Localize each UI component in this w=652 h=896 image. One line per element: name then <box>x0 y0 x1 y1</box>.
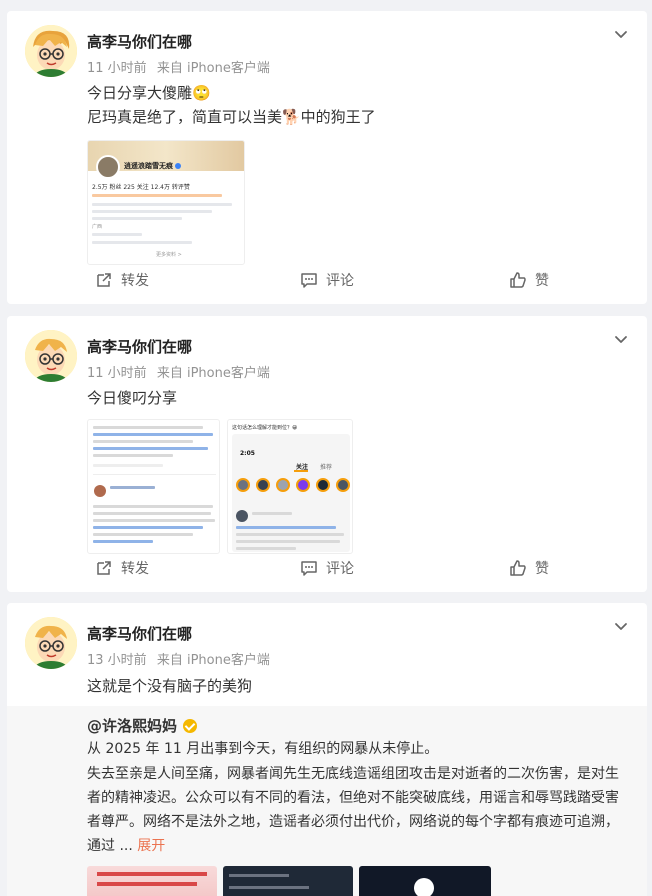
image-time: 2:05 <box>240 450 255 457</box>
avatar[interactable] <box>25 25 77 77</box>
like-label: 赞 <box>535 273 549 289</box>
post-card: 高李马你们在哪 13 小时前 来自 iPhone客户端 这就是个没有脑子的美狗 … <box>7 603 647 896</box>
post-source: 来自 iPhone客户端 <box>156 366 270 381</box>
avatar[interactable] <box>25 617 77 669</box>
quoted-text-line: 者尊严。网络不是法外之地，造谣者必须付出代价，网络说的每个字都有痕迹可追溯， <box>87 814 619 830</box>
comment-button[interactable]: 评论 <box>300 556 354 580</box>
quoted-text-line: 者的精神凌迟。公众可以有不同的看法，但绝对不能突破底线，用谣言和辱骂践踏受害 <box>87 790 619 806</box>
post-source: 来自 iPhone客户端 <box>156 653 270 668</box>
thumbs-up-icon <box>510 560 526 576</box>
comment-icon <box>301 273 317 288</box>
chevron-down-icon[interactable] <box>611 25 631 45</box>
avatar[interactable] <box>25 330 77 382</box>
quoted-text-line: 通过 ... 展开 <box>87 838 166 854</box>
post-time[interactable]: 13 小时前 <box>87 653 147 668</box>
comment-icon <box>301 561 317 576</box>
post-card: 高李马你们在哪 11 小时前 来自 iPhone客户端 今日分享大傻雕🙄 尼玛真… <box>7 11 647 304</box>
quoted-author[interactable]: @许洛熙妈妈 <box>87 715 198 736</box>
post-source: 来自 iPhone客户端 <box>156 61 270 76</box>
comment-label: 评论 <box>326 273 354 289</box>
post-meta: 13 小时前 来自 iPhone客户端 <box>87 649 270 668</box>
post-card: 高李马你们在哪 11 小时前 来自 iPhone客户端 今日傻叼分享 这句话怎么… <box>7 316 647 592</box>
like-button[interactable]: 赞 <box>509 556 549 580</box>
post-text-line: 尼玛真是绝了，简直可以当美🐕中的狗王了 <box>87 108 376 126</box>
image-tab-recommend: 推荐 <box>320 464 333 471</box>
post-text-line: 今日傻叼分享 <box>87 389 178 407</box>
share-icon <box>97 273 111 287</box>
repost-label: 转发 <box>121 561 149 577</box>
repost-label: 转发 <box>121 273 149 289</box>
profile-stats: 2.5万 粉丝 225 关注 12.4万 转评赞 <box>92 184 190 191</box>
action-bar: 转发 评论 赞 <box>7 258 647 304</box>
author-name[interactable]: 高李马你们在哪 <box>87 336 192 357</box>
post-image[interactable]: 这句话怎么理解才能到位？😀 2:05 关注 推荐 <box>227 419 353 554</box>
quoted-text-line: 失去至亲是人间至痛，网暴者闻先生无底线造谣组团攻击是对逝者的二次伤害，是对生 <box>87 766 619 782</box>
post-text-line: 这就是个没有脑子的美狗 <box>87 677 253 695</box>
repost-button[interactable]: 转发 <box>95 556 149 580</box>
comment-label: 评论 <box>326 561 354 577</box>
profile-avatar <box>96 155 120 179</box>
quoted-image[interactable] <box>223 866 353 896</box>
author-name[interactable]: 高李马你们在哪 <box>87 623 192 644</box>
quoted-text-line: 从 2025 年 11 月出事到今天，有组织的网暴从未停止。 <box>87 741 439 757</box>
profile-name: 逍遥浪踏雪无痕 <box>124 161 181 171</box>
action-bar: 转发 评论 赞 <box>7 546 647 592</box>
quoted-image[interactable] <box>359 866 491 896</box>
like-label: 赞 <box>535 561 549 577</box>
like-button[interactable]: 赞 <box>509 268 549 292</box>
verified-icon <box>175 163 181 169</box>
post-image[interactable]: 逍遥浪踏雪无痕 2.5万 粉丝 225 关注 12.4万 转评赞 广西 更多资料… <box>87 140 245 265</box>
expand-link[interactable]: 展开 <box>137 838 165 854</box>
profile-more-link: 更多资料 > <box>156 252 182 258</box>
chevron-down-icon[interactable] <box>611 330 631 350</box>
profile-location: 广西 <box>92 224 103 230</box>
image-question: 这句话怎么理解才能到位？😀 <box>232 425 298 431</box>
thumbs-up-icon <box>510 272 526 288</box>
post-meta: 11 小时前 来自 iPhone客户端 <box>87 362 270 381</box>
post-text-line: 今日分享大傻雕🙄 <box>87 84 211 102</box>
comment-button[interactable]: 评论 <box>300 268 354 292</box>
post-image[interactable] <box>87 419 220 554</box>
author-name[interactable]: 高李马你们在哪 <box>87 31 192 52</box>
post-time[interactable]: 11 小时前 <box>87 366 147 381</box>
share-icon <box>97 561 111 575</box>
quoted-post[interactable]: @许洛熙妈妈 从 2025 年 11 月出事到今天，有组织的网暴从未停止。 失去… <box>7 706 647 896</box>
post-meta: 11 小时前 来自 iPhone客户端 <box>87 57 270 76</box>
verified-icon <box>183 718 198 733</box>
repost-button[interactable]: 转发 <box>95 268 149 292</box>
post-time[interactable]: 11 小时前 <box>87 61 147 76</box>
quoted-image[interactable] <box>87 866 217 896</box>
chevron-down-icon[interactable] <box>611 617 631 637</box>
